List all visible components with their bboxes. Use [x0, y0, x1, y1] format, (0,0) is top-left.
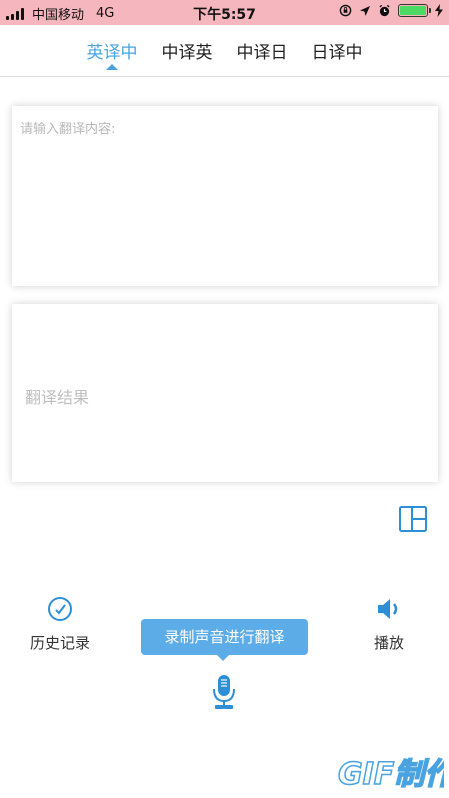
history-icon-wrap — [22, 596, 98, 622]
status-bar: 中国移动 4G 下午5:57 — [0, 0, 449, 25]
tab-zh-to-en[interactable]: 中译英 — [162, 32, 213, 72]
input-card — [12, 106, 438, 286]
carrier-name: 中国移动 — [32, 8, 85, 23]
network-type: 4G — [96, 6, 115, 21]
speaker-icon — [378, 599, 398, 619]
layout-toggle-button[interactable] — [399, 506, 427, 532]
record-tooltip: 录制声音进行翻译 — [141, 619, 308, 661]
history-button[interactable]: 历史记录 — [22, 596, 98, 653]
tab-zh-to-ja[interactable]: 中译日 — [237, 32, 288, 72]
tab-ja-to-zh[interactable]: 日译中 — [312, 32, 363, 72]
rotation-lock-icon — [339, 4, 352, 17]
active-tab-indicator — [106, 64, 118, 70]
battery-icon — [398, 4, 431, 17]
record-button[interactable] — [211, 674, 237, 710]
gif-watermark: GIF制作 — [337, 756, 444, 793]
tab-label: 日译中 — [311, 43, 363, 63]
clock-icon — [48, 597, 72, 621]
language-tabs: 英译中 中译英 中译日 日译中 — [0, 32, 449, 72]
microphone-icon — [213, 675, 235, 709]
signal-icon — [6, 7, 24, 20]
play-icon-wrap — [362, 596, 416, 622]
charging-icon — [435, 4, 443, 17]
watermark-text: GIF制作 — [338, 757, 444, 792]
history-label: 历史记录 — [29, 634, 90, 652]
tab-divider — [0, 76, 449, 77]
play-button[interactable]: 播放 — [362, 596, 416, 653]
result-card: 翻译结果 — [12, 304, 438, 482]
play-label: 播放 — [373, 634, 404, 652]
status-bar-left: 中国移动 4G — [6, 4, 114, 23]
battery-fill — [400, 6, 426, 15]
layout-icon — [399, 506, 427, 532]
tab-en-to-zh[interactable]: 英译中 — [87, 32, 138, 72]
alarm-icon — [379, 4, 390, 17]
status-bar-right — [339, 4, 443, 17]
translation-input[interactable] — [12, 106, 438, 286]
location-icon — [360, 5, 370, 16]
tab-label: 英译中 — [86, 43, 138, 63]
tab-label: 中译日 — [236, 43, 288, 63]
tab-label: 中译英 — [161, 43, 213, 63]
translation-result: 翻译结果 — [25, 388, 90, 407]
